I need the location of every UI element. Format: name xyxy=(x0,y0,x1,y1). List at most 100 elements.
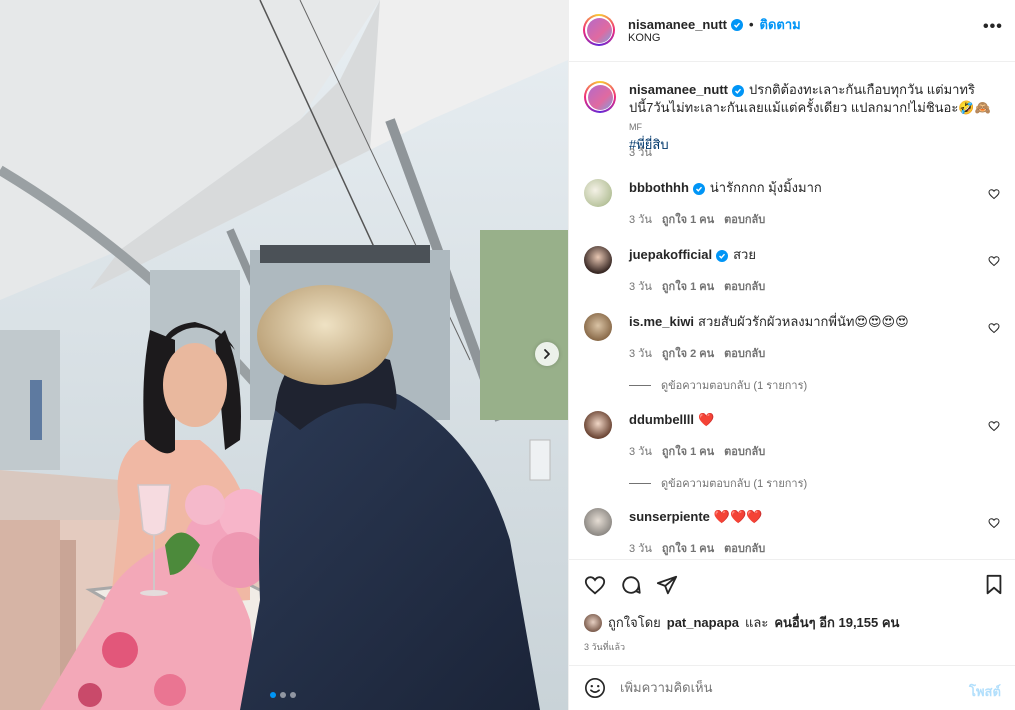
comment-username[interactable]: bbbothhh xyxy=(629,180,689,195)
post-header: nisamanee_nutt • ติดตาม KONG ••• xyxy=(569,0,1015,62)
comment-time[interactable]: 3 วัน xyxy=(629,344,652,362)
comment-text-block: bbbothhh น่ารักกกก มุ้งมิ้งมาก xyxy=(629,179,999,197)
comment-time[interactable]: 3 วัน xyxy=(629,210,652,228)
comment-likes[interactable]: ถูกใจ 1 คน xyxy=(662,277,714,295)
replies-divider xyxy=(629,482,651,484)
author-username[interactable]: nisamanee_nutt xyxy=(628,17,727,32)
comment-item: ddumbellll ❤️ 3 วัน ถูกใจ 1 คน ตอบกลับ ดู… xyxy=(584,411,1004,491)
verified-badge-icon xyxy=(730,18,743,31)
verified-badge-icon xyxy=(716,250,729,262)
likes-summary: ถูกใจโดย pat_napapa และ คนอื่นๆ อีก 19,1… xyxy=(584,612,899,633)
comment-text: สวยสับผัวรักผัวหลงมากพี่นัท😍😍😍😍 xyxy=(698,314,909,329)
verified-badge-icon xyxy=(731,85,744,97)
photo-scene xyxy=(0,0,568,710)
comment-text: สวย xyxy=(733,247,756,262)
post-location[interactable]: KONG xyxy=(628,32,660,44)
separator-dot: • xyxy=(748,17,754,32)
comment-text-block: is.me_kiwi สวยสับผัวรักผัวหลงมากพี่นัท😍😍😍… xyxy=(629,313,999,331)
caption-avatar[interactable] xyxy=(584,81,616,113)
add-comment-input[interactable] xyxy=(620,680,950,695)
liked-by-username[interactable]: pat_napapa xyxy=(667,615,739,630)
like-comment-heart-icon[interactable] xyxy=(988,188,1000,200)
more-options-button[interactable]: ••• xyxy=(983,19,1003,35)
comment-bubble-icon[interactable] xyxy=(620,574,642,596)
commenter-avatar[interactable] xyxy=(584,411,612,439)
reply-button[interactable]: ตอบกลับ xyxy=(724,210,765,228)
comments-list[interactable]: nisamanee_nutt ปรกติต้องทะเลาะกันเกือบทุก… xyxy=(569,63,1015,560)
commenter-avatar[interactable] xyxy=(584,246,612,274)
comment-time[interactable]: 3 วัน xyxy=(629,277,652,295)
like-comment-heart-icon[interactable] xyxy=(988,255,1000,267)
comment-text: ❤️❤️❤️ xyxy=(713,509,763,524)
follow-button[interactable]: ติดตาม xyxy=(760,14,801,35)
comment-item: sunserpiente ❤️❤️❤️ 3 วัน ถูกใจ 1 คน ตอบก… xyxy=(584,508,1004,558)
reply-button[interactable]: ตอบกลับ xyxy=(724,277,765,295)
caption: nisamanee_nutt ปรกติต้องทะเลาะกันเกือบทุก… xyxy=(584,81,1004,161)
reply-button[interactable]: ตอบกลับ xyxy=(724,344,765,362)
view-replies-button[interactable]: ดูข้อความตอบกลับ (1 รายการ) xyxy=(629,376,807,394)
comment-item: bbbothhh น่ารักกกก มุ้งมิ้งมาก 3 วัน ถูกใ… xyxy=(584,179,1004,229)
comment-text: น่ารักกกก มุ้งมิ้งมาก xyxy=(709,180,822,195)
comment-username[interactable]: ddumbellll xyxy=(629,412,694,427)
comment-meta: 3 วัน ถูกใจ 1 คน ตอบกลับ xyxy=(629,277,765,295)
comment-meta: 3 วัน ถูกใจ 1 คน ตอบกลับ xyxy=(629,539,765,557)
comment-likes[interactable]: ถูกใจ 1 คน xyxy=(662,442,714,460)
comment-text-block: sunserpiente ❤️❤️❤️ xyxy=(629,508,999,526)
post-comment-button[interactable]: โพสต์ xyxy=(969,681,1001,702)
view-replies-label: ดูข้อความตอบกลับ (1 รายการ) xyxy=(661,380,808,392)
carousel-indicator xyxy=(270,692,296,698)
reply-button[interactable]: ตอบกลับ xyxy=(724,442,765,460)
like-comment-heart-icon[interactable] xyxy=(988,322,1000,334)
post-sidebar: nisamanee_nutt • ติดตาม KONG ••• nisaman… xyxy=(568,0,1015,710)
next-slide-button[interactable] xyxy=(535,342,559,366)
share-send-icon[interactable] xyxy=(656,574,678,596)
add-comment-bar: โพสต์ xyxy=(569,667,1015,710)
comment-meta: 3 วัน ถูกใจ 1 คน ตอบกลับ xyxy=(629,442,765,460)
comment-meta: 3 วัน ถูกใจ 2 คน ตอบกลับ xyxy=(629,344,765,362)
comment-text-block: juepakofficial สวย xyxy=(629,246,999,264)
comment-item: juepakofficial สวย 3 วัน ถูกใจ 1 คน ตอบกล… xyxy=(584,246,1004,296)
carousel-dot xyxy=(280,692,286,698)
likes-and: และ xyxy=(745,615,769,630)
caption-time[interactable]: 3 วัน xyxy=(629,143,652,161)
chevron-right-icon xyxy=(544,349,550,359)
comment-username[interactable]: juepakofficial xyxy=(629,247,712,262)
reply-button[interactable]: ตอบกลับ xyxy=(724,539,765,557)
replies-divider xyxy=(629,384,651,386)
commenter-avatar[interactable] xyxy=(584,313,612,341)
post-timestamp[interactable]: 3 วันที่แล้ว xyxy=(584,640,625,654)
author-avatar[interactable] xyxy=(583,14,615,46)
caption-meta: 3 วัน xyxy=(629,143,652,161)
caption-suffix: MF xyxy=(629,122,642,132)
comment-time[interactable]: 3 วัน xyxy=(629,539,652,557)
comment-username[interactable]: is.me_kiwi xyxy=(629,314,694,329)
bookmark-icon[interactable] xyxy=(984,574,1004,596)
likes-others-count[interactable]: คนอื่นๆ อีก 19,155 คน xyxy=(774,612,899,633)
comment-text-block: ddumbellll ❤️ xyxy=(629,411,999,429)
verified-badge-icon xyxy=(692,183,705,195)
emoji-icon[interactable] xyxy=(584,677,606,699)
carousel-dot xyxy=(270,692,276,698)
view-replies-button[interactable]: ดูข้อความตอบกลับ (1 รายการ) xyxy=(629,474,807,492)
comment-likes[interactable]: ถูกใจ 2 คน xyxy=(662,344,714,362)
comment-meta: 3 วัน ถูกใจ 1 คน ตอบกลับ xyxy=(629,210,765,228)
like-heart-icon[interactable] xyxy=(584,574,606,596)
view-replies-label: ดูข้อความตอบกลับ (1 รายการ) xyxy=(661,478,808,490)
carousel-dot xyxy=(290,692,296,698)
post-actions: ถูกใจโดย pat_napapa และ คนอื่นๆ อีก 19,1… xyxy=(569,560,1015,666)
comment-username[interactable]: sunserpiente xyxy=(629,509,710,524)
liker-avatar[interactable] xyxy=(584,613,602,632)
post-photo[interactable] xyxy=(0,0,568,710)
comment-item: is.me_kiwi สวยสับผัวรักผัวหลงมากพี่นัท😍😍😍… xyxy=(584,313,1004,393)
caption-text-block: nisamanee_nutt ปรกติต้องทะเลาะกันเกือบทุก… xyxy=(629,81,999,154)
likes-prefix: ถูกใจโดย xyxy=(608,615,661,630)
like-comment-heart-icon[interactable] xyxy=(988,420,1000,432)
comment-likes[interactable]: ถูกใจ 1 คน xyxy=(662,210,714,228)
comment-time[interactable]: 3 วัน xyxy=(629,442,652,460)
comment-likes[interactable]: ถูกใจ 1 คน xyxy=(662,539,714,557)
caption-username[interactable]: nisamanee_nutt xyxy=(629,82,728,97)
like-comment-heart-icon[interactable] xyxy=(988,517,1000,529)
commenter-avatar[interactable] xyxy=(584,179,612,207)
commenter-avatar[interactable] xyxy=(584,508,612,536)
comment-text: ❤️ xyxy=(698,412,715,427)
